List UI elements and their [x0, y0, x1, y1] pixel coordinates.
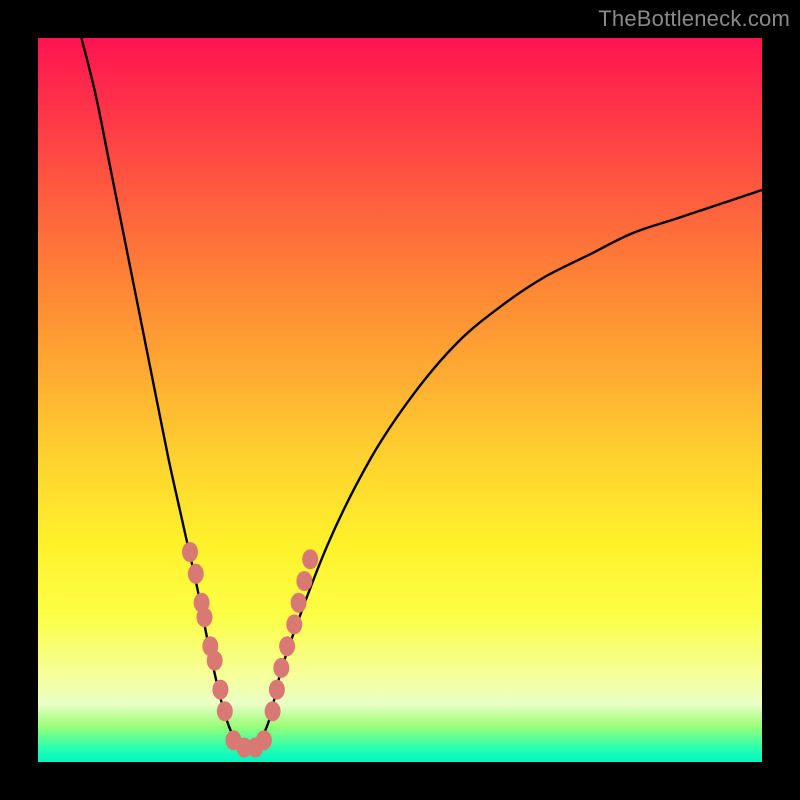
- marker-point: [256, 730, 272, 750]
- marker-point: [273, 658, 289, 678]
- marker-layer: [182, 542, 318, 758]
- chart-svg: [38, 38, 762, 762]
- marker-point: [302, 549, 318, 569]
- bottleneck-curve: [81, 38, 762, 751]
- marker-point: [286, 614, 302, 634]
- marker-point: [269, 680, 285, 700]
- marker-point: [279, 636, 295, 656]
- marker-point: [217, 701, 233, 721]
- marker-point: [182, 542, 198, 562]
- marker-point: [291, 593, 307, 613]
- marker-point: [296, 571, 312, 591]
- marker-point: [207, 651, 223, 671]
- marker-point: [197, 607, 213, 627]
- chart-frame: TheBottleneck.com: [0, 0, 800, 800]
- curve-layer: [81, 38, 762, 751]
- marker-point: [265, 701, 281, 721]
- watermark-text: TheBottleneck.com: [598, 6, 790, 32]
- plot-area: [38, 38, 762, 762]
- marker-point: [212, 680, 228, 700]
- marker-point: [188, 564, 204, 584]
